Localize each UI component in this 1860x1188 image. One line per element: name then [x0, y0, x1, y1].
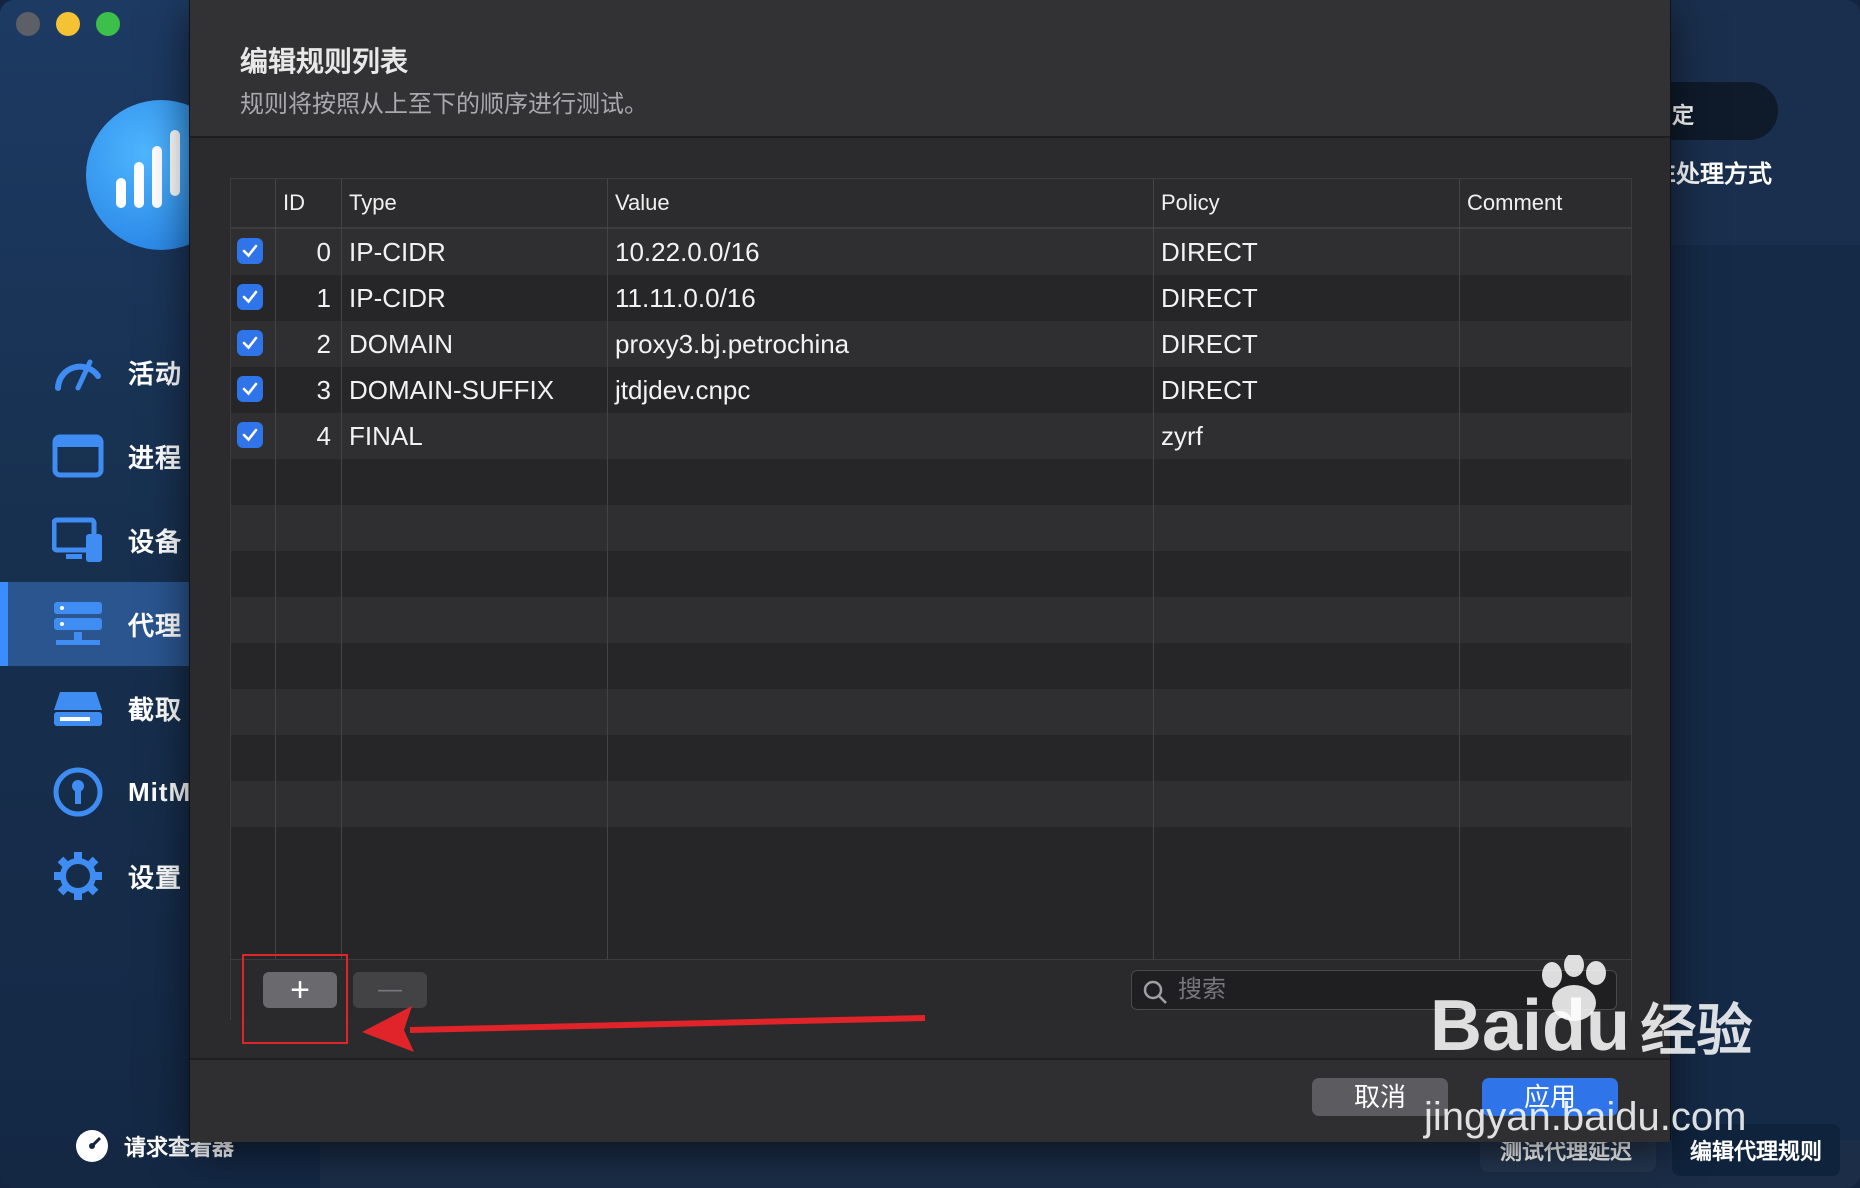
table-row[interactable]: 3 DOMAIN-SUFFIX jtdjdev.cnpc DIRECT — [231, 367, 1631, 413]
checkmark-icon — [242, 428, 258, 442]
zoom-window-button[interactable] — [96, 12, 120, 36]
enabled-checkbox[interactable] — [237, 376, 263, 402]
dialog-header: 编辑规则列表 规则将按照从上至下的顺序进行测试。 — [190, 0, 1670, 138]
cell-value: 10.22.0.0/16 — [615, 237, 760, 267]
enabled-checkbox[interactable] — [237, 330, 263, 356]
cell-id: 2 — [316, 329, 331, 359]
empty-table-row — [231, 551, 1631, 597]
cell-policy: zyrf — [1161, 421, 1203, 451]
minimize-window-button[interactable] — [56, 12, 80, 36]
app-window: 定 E处理方式 测试代理延迟 编辑代理规则 活动 进程 设备 代理 截取 Mit… — [0, 0, 1860, 1188]
sidebar-item-label: 设备 — [128, 526, 183, 557]
stopwatch-icon — [76, 1130, 108, 1162]
cell-policy: DIRECT — [1161, 283, 1258, 313]
column-header-value[interactable]: Value — [607, 179, 1153, 227]
drive-icon — [52, 682, 104, 734]
column-header-id[interactable]: ID — [275, 179, 341, 227]
gear-icon — [52, 850, 104, 902]
empty-table-row — [231, 505, 1631, 551]
column-header-policy[interactable]: Policy — [1153, 179, 1459, 227]
cell-type: DOMAIN-SUFFIX — [349, 375, 555, 405]
checkmark-icon — [242, 336, 258, 350]
column-header-type[interactable]: Type — [341, 179, 607, 227]
paw-icon — [1542, 955, 1606, 1021]
empty-table-row — [231, 597, 1631, 643]
empty-table-row — [231, 781, 1631, 827]
keyhole-icon — [52, 766, 104, 818]
search-placeholder: 搜索 — [1178, 976, 1226, 1003]
sidebar-item-label: 设置 — [128, 862, 183, 893]
window-icon — [52, 430, 104, 482]
watermark-suffix-text: 经验 — [1640, 999, 1753, 1062]
annotation-arrow — [362, 1006, 926, 1052]
checkmark-icon — [242, 244, 258, 258]
sidebar-item-label: 代理 — [128, 610, 183, 641]
background-mode-label: E处理方式 — [1660, 161, 1773, 188]
cell-id: 3 — [316, 375, 331, 405]
empty-table-row — [231, 689, 1631, 735]
table-header: ID Type Value Policy Comment — [231, 179, 1631, 229]
watermark-url: jingyan.baidu.com — [1424, 1095, 1747, 1139]
sidebar-item-label: MitM — [128, 776, 192, 807]
table-row[interactable]: 0 IP-CIDR 10.22.0.0/16 DIRECT — [231, 229, 1631, 275]
cell-policy: DIRECT — [1161, 329, 1258, 359]
sidebar-item-label: 截取 — [128, 694, 183, 725]
checkmark-icon — [242, 290, 258, 304]
cell-value: proxy3.bj.petrochina — [615, 329, 850, 359]
sidebar-item-label: 进程 — [128, 442, 183, 473]
column-header-comment[interactable]: Comment — [1459, 179, 1629, 227]
enabled-checkbox[interactable] — [237, 284, 263, 310]
cell-value: 11.11.0.0/16 — [615, 283, 756, 313]
cell-policy: DIRECT — [1161, 375, 1258, 405]
cell-type: IP-CIDR — [349, 283, 446, 313]
empty-table-row — [231, 643, 1631, 689]
enabled-checkbox[interactable] — [237, 238, 263, 264]
cell-type: FINAL — [349, 421, 423, 451]
cell-id: 4 — [316, 421, 331, 451]
cell-policy: DIRECT — [1161, 237, 1258, 267]
empty-table-row — [231, 827, 1631, 873]
server-stack-icon — [52, 598, 104, 650]
cell-type: IP-CIDR — [349, 237, 446, 267]
cell-id: 1 — [316, 283, 331, 313]
devices-icon — [52, 514, 104, 566]
background-confirm-label: 定 — [1672, 103, 1695, 128]
empty-table-row — [231, 735, 1631, 781]
table-row[interactable]: 4 FINAL zyrf — [231, 413, 1631, 459]
cell-type: DOMAIN — [349, 329, 453, 359]
search-icon — [1143, 980, 1167, 1004]
rules-table: ID Type Value Policy Comment 0 IP-CIDR 10.… — [230, 178, 1632, 1020]
close-window-button[interactable] — [16, 12, 40, 36]
sidebar-item-label: 活动 — [128, 358, 183, 389]
column-divider — [341, 179, 342, 959]
dialog-subtitle: 规则将按照从上至下的顺序进行测试。 — [240, 91, 648, 118]
enabled-checkbox[interactable] — [237, 422, 263, 448]
table-row[interactable]: 2 DOMAIN proxy3.bj.petrochina DIRECT — [231, 321, 1631, 367]
speedometer-icon — [52, 346, 104, 398]
column-divider — [1459, 179, 1460, 959]
edit-rules-dialog: 编辑规则列表 规则将按照从上至下的顺序进行测试。 ID Type Value P… — [190, 0, 1670, 1142]
cell-id: 0 — [316, 237, 331, 267]
annotation-highlight-box — [242, 954, 348, 1044]
column-divider — [607, 179, 608, 959]
column-divider — [1153, 179, 1154, 959]
cell-value: jtdjdev.cnpc — [615, 375, 751, 405]
checkmark-icon — [242, 382, 258, 396]
table-row[interactable]: 1 IP-CIDR 11.11.0.0/16 DIRECT — [231, 275, 1631, 321]
dialog-title: 编辑规则列表 — [240, 46, 409, 77]
column-divider — [275, 179, 276, 959]
empty-table-row — [231, 459, 1631, 505]
